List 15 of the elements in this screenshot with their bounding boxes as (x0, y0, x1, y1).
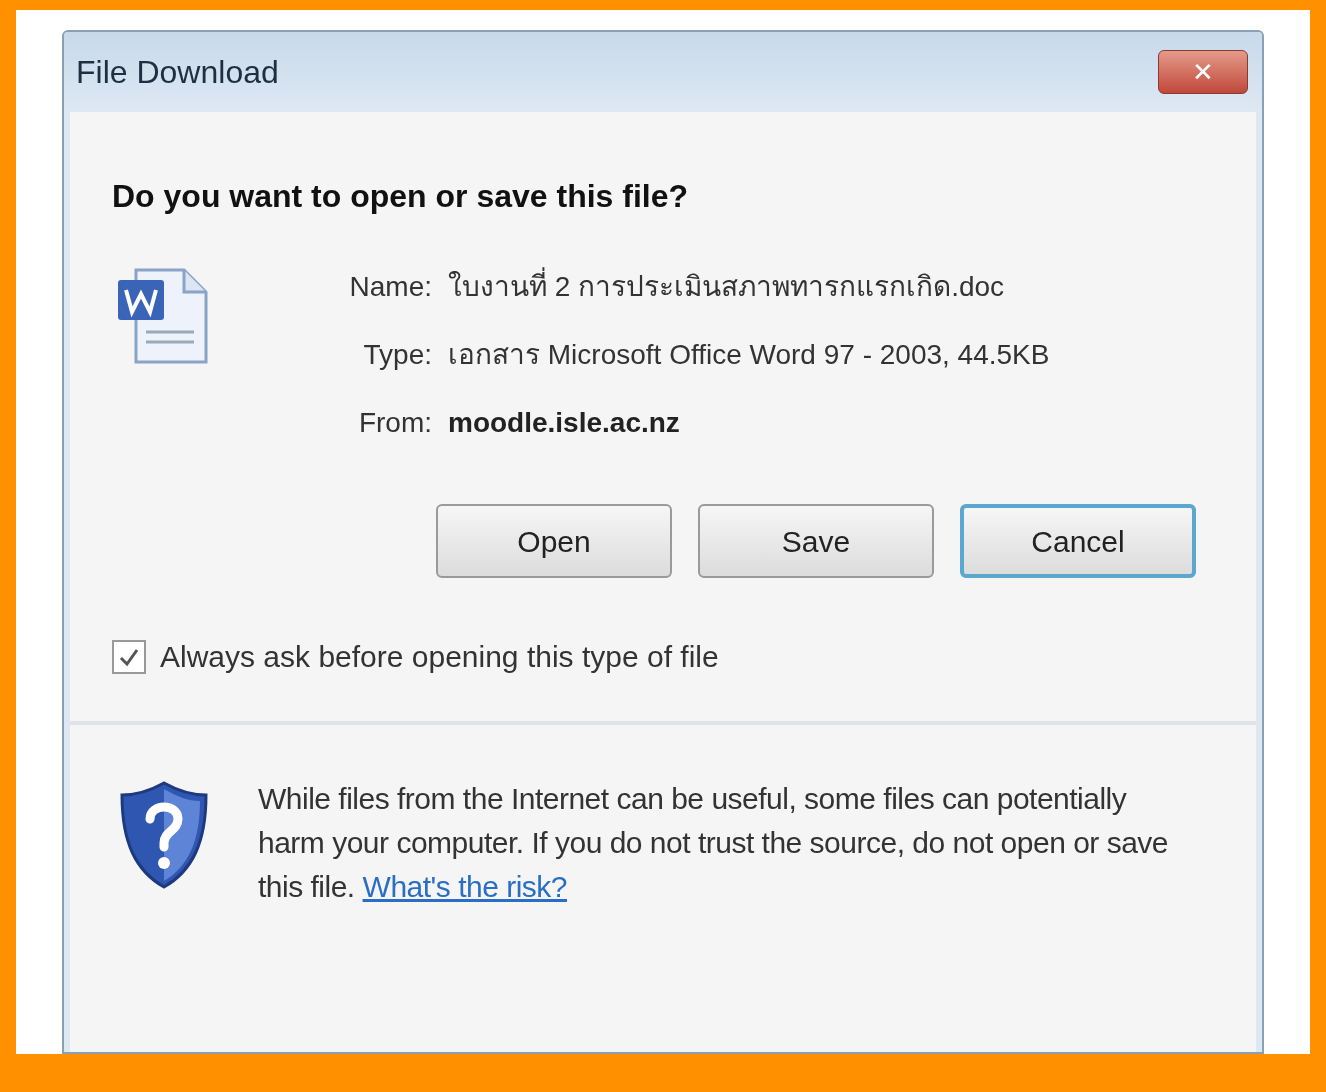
field-value: เอกสาร Microsoft Office Word 97 - 2003, 44.5KB (448, 338, 1050, 372)
field-label: From: (357, 406, 433, 440)
dialog-button[interactable]: Open (436, 504, 672, 578)
dialog-button[interactable]: Save (698, 504, 934, 578)
field-label: Type: (362, 338, 433, 372)
dialog-button[interactable]: Cancel (960, 504, 1196, 578)
security-warning: While files from the Internet can be useful, some files can potentially harm your computer. If you do not trust the source, do not open or save this file. What's the risk? (258, 781, 1170, 905)
question-heading: Do you want to open or save this file? (111, 177, 690, 216)
checkbox[interactable] (112, 639, 146, 674)
field-value: moodle.isle.ac.nz (448, 406, 680, 440)
checkbox-label: Always ask before opening this type of file (160, 639, 719, 675)
risk-link[interactable]: What's the risk? (362, 870, 568, 903)
field-label: Name: (348, 270, 433, 304)
window-title: File Download (76, 53, 279, 92)
field-value: ใบงานที่ 2 การประเมินสภาพทารกแรกเกิด.doc (448, 266, 1005, 308)
